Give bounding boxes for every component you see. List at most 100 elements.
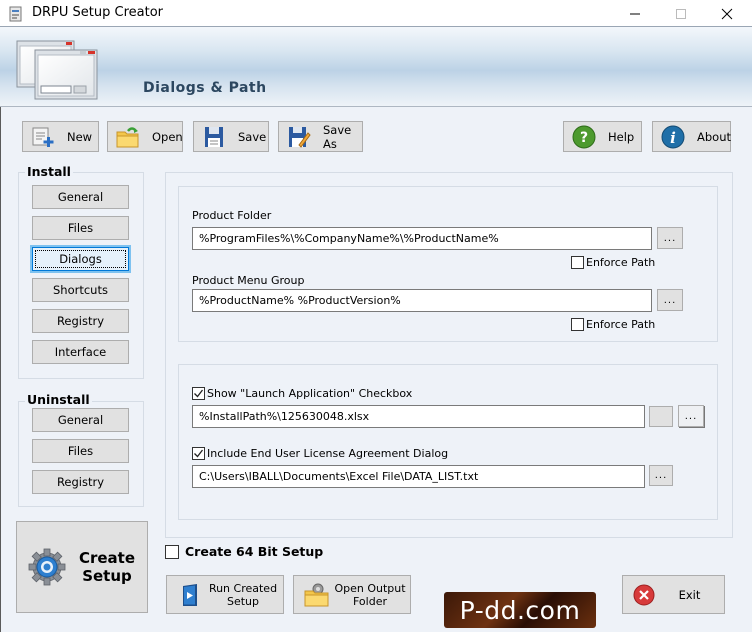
launch-app-color-button[interactable] xyxy=(649,406,673,427)
page-title: Dialogs & Path xyxy=(143,80,267,96)
svg-text:i: i xyxy=(670,129,676,147)
run-created-setup-line1: Run Created xyxy=(208,581,278,595)
uninstall-files-label: Files xyxy=(67,444,94,458)
eula-checkbox[interactable]: Include End User License Agreement Dialo… xyxy=(192,447,448,460)
uninstall-general-button[interactable]: General xyxy=(32,408,129,432)
menu-group-label: Product Menu Group xyxy=(192,274,305,287)
open-label: Open xyxy=(152,129,183,144)
save-as-label: Save As xyxy=(323,122,352,151)
product-folder-input[interactable] xyxy=(192,227,652,250)
install-general-label: General xyxy=(57,190,104,204)
help-icon: ? xyxy=(572,125,596,148)
save-floppy-icon xyxy=(205,126,223,147)
enforce-path-label: Enforce Path xyxy=(586,318,656,331)
install-dialogs-button[interactable]: Dialogs xyxy=(32,247,129,271)
product-folder-label: Product Folder xyxy=(192,209,272,222)
eula-browse-button[interactable]: ... xyxy=(649,465,673,486)
eula-label: Include End User License Agreement Dialo… xyxy=(207,447,449,460)
install-registry-button[interactable]: Registry xyxy=(32,309,129,333)
launch-app-checkbox[interactable]: Show "Launch Application" Checkbox xyxy=(192,387,412,400)
title-bar: DRPU Setup Creator xyxy=(0,0,752,27)
exit-label: Exit xyxy=(678,587,701,602)
checkbox-box[interactable] xyxy=(571,318,584,331)
run-created-setup-button[interactable]: Run Created Setup xyxy=(166,575,284,614)
exit-x-icon xyxy=(633,584,655,605)
minimize-button[interactable] xyxy=(612,0,658,27)
enforce-path-label: Enforce Path xyxy=(586,256,656,269)
app-icon xyxy=(9,6,22,22)
checkbox-checked[interactable] xyxy=(192,387,205,400)
install-files-button[interactable]: Files xyxy=(32,216,129,240)
checkmark-icon xyxy=(194,449,204,458)
watermark-logo: P-dd.com xyxy=(444,592,596,628)
uninstall-group-title: Uninstall xyxy=(25,392,92,407)
menu-group-browse-button[interactable]: ... xyxy=(657,289,683,311)
create-setup-label-line2: Setup xyxy=(82,567,132,585)
create-setup-button[interactable]: Create Setup xyxy=(16,521,148,613)
open-button[interactable]: Open xyxy=(107,121,183,152)
launch-app-label: Show "Launch Application" Checkbox xyxy=(207,387,413,400)
help-label: Help xyxy=(608,129,635,144)
uninstall-registry-button[interactable]: Registry xyxy=(32,470,129,494)
output-folder-icon xyxy=(304,583,329,606)
info-icon: i xyxy=(661,125,685,148)
new-label: New xyxy=(67,129,93,144)
install-files-label: Files xyxy=(67,221,94,235)
create-64bit-checkbox[interactable]: Create 64 Bit Setup xyxy=(165,544,323,559)
checkbox-box[interactable] xyxy=(571,256,584,269)
save-as-button[interactable]: Save As xyxy=(278,121,363,152)
uninstall-general-label: General xyxy=(57,413,104,427)
run-created-setup-label: Run Created Setup xyxy=(203,582,283,608)
checkmark-icon xyxy=(194,389,204,398)
exit-button[interactable]: Exit xyxy=(622,575,725,614)
menu-group-input[interactable] xyxy=(192,289,652,312)
gear-icon xyxy=(28,548,66,586)
install-interface-button[interactable]: Interface xyxy=(32,340,129,364)
save-label: Save xyxy=(238,129,267,144)
close-button[interactable] xyxy=(704,0,750,27)
install-shortcuts-button[interactable]: Shortcuts xyxy=(32,278,129,302)
new-button[interactable]: New xyxy=(22,121,99,152)
product-folder-browse-button[interactable]: ... xyxy=(657,227,683,249)
save-button[interactable]: Save xyxy=(193,121,269,152)
launch-app-browse-button[interactable]: ... xyxy=(678,405,704,427)
install-general-button[interactable]: General xyxy=(32,185,129,209)
window-title: DRPU Setup Creator xyxy=(32,5,163,20)
run-setup-icon xyxy=(183,583,197,606)
options-group: Show "Launch Application" Checkbox ... I… xyxy=(178,364,718,520)
maximize-button[interactable] xyxy=(658,0,704,27)
window-border xyxy=(0,107,1,632)
uninstall-files-button[interactable]: Files xyxy=(32,439,129,463)
create-setup-label-line1: Create xyxy=(78,549,136,567)
product-folder-enforce-checkbox[interactable]: Enforce Path xyxy=(571,256,655,269)
launch-app-input[interactable] xyxy=(192,405,645,428)
svg-text:?: ? xyxy=(580,130,588,146)
uninstall-registry-label: Registry xyxy=(56,475,105,489)
install-group-title: Install xyxy=(25,164,73,179)
eula-input[interactable] xyxy=(192,465,645,488)
close-icon xyxy=(721,8,733,19)
open-folder-icon xyxy=(116,126,139,147)
open-output-folder-label: Open Output Folder xyxy=(330,582,410,608)
install-registry-label: Registry xyxy=(56,314,105,328)
about-label: About xyxy=(697,129,732,144)
open-output-folder-line2: Folder xyxy=(353,594,387,608)
about-button[interactable]: i About xyxy=(652,121,731,152)
header-banner: Dialogs & Path xyxy=(0,27,752,107)
checkbox-box[interactable] xyxy=(165,544,179,559)
install-dialogs-label: Dialogs xyxy=(35,250,126,268)
maximize-icon xyxy=(676,8,686,19)
run-created-setup-line2: Setup xyxy=(226,594,260,608)
new-document-icon xyxy=(32,127,54,147)
open-output-folder-line1: Open Output xyxy=(334,581,406,595)
install-shortcuts-label: Shortcuts xyxy=(53,283,108,297)
checkbox-checked[interactable] xyxy=(192,447,205,460)
install-interface-label: Interface xyxy=(54,345,107,359)
open-output-folder-button[interactable]: Open Output Folder xyxy=(293,575,411,614)
create-setup-label: Create Setup xyxy=(67,549,147,585)
create-64bit-label: Create 64 Bit Setup xyxy=(185,544,324,559)
menu-group-enforce-checkbox[interactable]: Enforce Path xyxy=(571,318,655,331)
help-button[interactable]: ? Help xyxy=(563,121,642,152)
save-as-icon xyxy=(289,126,311,148)
minimize-icon xyxy=(630,13,640,14)
